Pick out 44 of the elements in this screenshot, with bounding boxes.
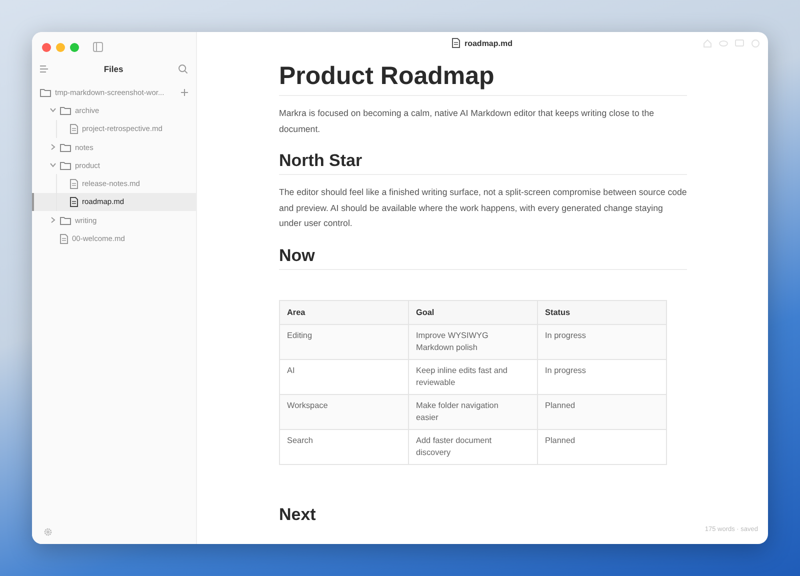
document-icon	[60, 234, 68, 244]
paragraph: The editor should feel like a finished writing surface, not a split-screen compromise between source code and preview. AI should be available where the work happens, with every generated change staying under user control.	[279, 186, 687, 230]
document-icon	[452, 38, 460, 48]
folder-icon	[60, 142, 71, 152]
outline-list-icon[interactable]	[39, 64, 49, 74]
column-header: Goal	[408, 300, 538, 324]
minimize-window-button[interactable]	[56, 42, 65, 52]
sidebar-toggle-icon[interactable]	[93, 42, 103, 52]
section-heading: Now	[279, 246, 687, 270]
chevron-icon[interactable]	[50, 162, 56, 168]
folder-icon	[60, 106, 71, 115]
document-filename: roadmap.md	[464, 38, 512, 48]
document-icon	[70, 178, 78, 189]
search-icon[interactable]	[178, 64, 188, 74]
section-heading: Next	[279, 504, 317, 526]
chevron-icon[interactable]	[50, 107, 56, 114]
table-cell: AI	[280, 359, 408, 394]
table-cell: Keep inline edits fast and reviewable	[408, 359, 538, 394]
table-cell: Improve WYSIWYG Markdown polish	[408, 324, 538, 359]
table-cell: Add faster document discovery	[408, 429, 538, 464]
column-header: Status	[538, 300, 666, 324]
document-icon	[70, 196, 78, 207]
table-cell: In progress	[538, 324, 666, 359]
paragraph: Markra is focused on becoming a calm, native AI Markdown editor that keeps writing close to the document.	[279, 107, 656, 136]
document-title: Product Roadmap	[279, 62, 687, 96]
table-cell: Planned	[538, 394, 666, 429]
sidebar-title: Files	[104, 64, 124, 74]
table-cell: In progress	[538, 359, 666, 394]
table-cell: Make folder navigation easier	[408, 394, 538, 429]
folder-icon	[60, 216, 71, 225]
section-heading: North Star	[279, 151, 687, 175]
table-cell: Planned	[538, 429, 666, 464]
chevron-icon[interactable]	[50, 217, 56, 224]
chevron-icon[interactable]	[50, 144, 56, 150]
folder-icon	[60, 160, 71, 170]
table-cell: Editing	[280, 324, 408, 359]
column-header: Area	[280, 300, 408, 324]
add-icon[interactable]	[181, 88, 188, 96]
table-cell: Workspace	[280, 394, 408, 429]
folder-icon	[40, 88, 51, 97]
zoom-window-button[interactable]	[70, 42, 79, 52]
table-cell: Search	[280, 429, 408, 464]
close-window-button[interactable]	[42, 42, 51, 52]
document-icon	[70, 124, 78, 134]
